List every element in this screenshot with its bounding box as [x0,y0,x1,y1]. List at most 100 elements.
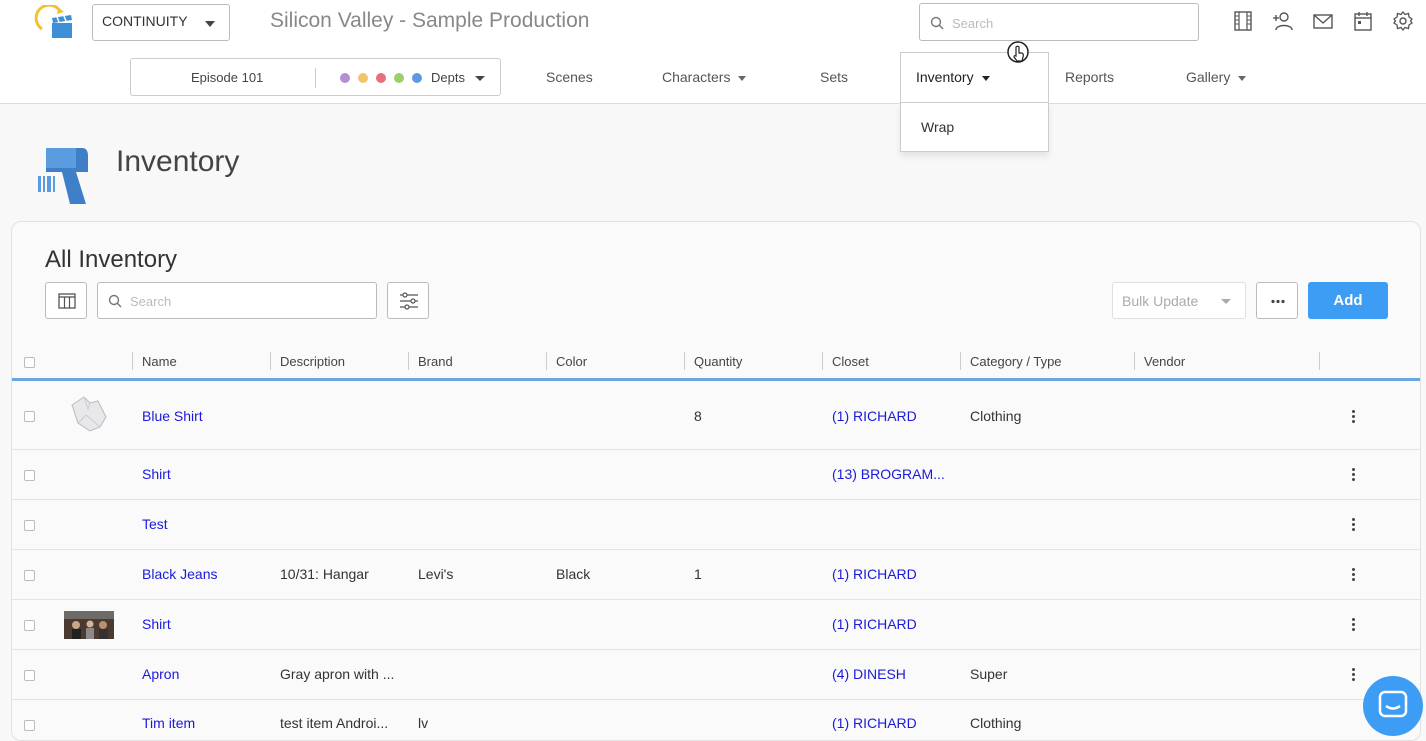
item-closet-link[interactable]: (4) DINESH [832,666,957,682]
chevron-down-icon [1238,75,1247,81]
select-all-checkbox[interactable] [24,357,35,368]
column-divider[interactable] [684,352,685,370]
column-header-quantity[interactable]: Quantity [694,354,742,369]
item-closet-link[interactable]: (1) RICHARD [832,408,957,424]
row-menu-icon[interactable] [1352,468,1356,482]
table-row[interactable]: Blue Shirt 8 (1) RICHARD Clothing [12,383,1420,450]
item-name-link[interactable]: Blue Shirt [142,408,267,424]
row-checkbox[interactable] [24,620,35,631]
column-header-color[interactable]: Color [556,354,587,369]
row-menu-icon[interactable] [1352,410,1356,424]
item-closet-link[interactable]: (1) RICHARD [832,566,957,582]
row-checkbox[interactable] [24,520,35,531]
calendar-icon[interactable] [1352,10,1374,32]
column-header-category[interactable]: Category / Type [970,354,1062,369]
columns-button[interactable] [45,282,87,319]
column-header-closet[interactable]: Closet [832,354,869,369]
item-name-link[interactable]: Test [142,516,267,532]
top-bar: CONTINUITY Silicon Valley - Sample Produ… [0,0,1426,104]
film-strip-icon[interactable] [1232,10,1254,32]
column-header-brand[interactable]: Brand [418,354,453,369]
gear-icon[interactable] [1392,10,1414,32]
dept-dot [376,73,386,83]
table-row[interactable]: Apron Gray apron with ... (4) DINESH Sup… [12,650,1420,700]
ellipsis-icon [1271,299,1285,304]
column-divider[interactable] [960,352,961,370]
add-button[interactable]: Add [1308,282,1388,319]
column-divider[interactable] [408,352,409,370]
chevron-down-icon [981,75,990,81]
column-divider[interactable] [546,352,547,370]
hand-cursor-icon [1007,41,1029,63]
chat-launcher-button[interactable] [1363,676,1423,736]
nav-reports[interactable]: Reports [1065,69,1114,85]
inventory-search[interactable] [97,282,377,319]
column-divider[interactable] [1134,352,1135,370]
table-row[interactable]: Black Jeans 10/31: Hangar Levi's Black 1… [12,550,1420,600]
row-checkbox[interactable] [24,670,35,681]
production-selector[interactable]: CONTINUITY [92,4,230,41]
column-header-description[interactable]: Description [280,354,345,369]
production-title: Silicon Valley - Sample Production [270,9,590,32]
column-divider[interactable] [270,352,271,370]
item-name-link[interactable]: Shirt [142,466,267,482]
add-user-icon[interactable] [1272,10,1294,32]
table-row[interactable]: Shirt (1) RICHARD [12,600,1420,650]
item-closet-link[interactable]: (13) BROGRAM... [832,466,957,482]
page-title: Inventory [116,145,240,178]
column-header-vendor[interactable]: Vendor [1144,354,1185,369]
item-thumbnail[interactable] [64,393,112,439]
item-closet-link[interactable]: (1) RICHARD [832,715,957,731]
item-color: Black [556,566,591,582]
nav-sets[interactable]: Sets [820,69,848,85]
bulk-update-label: Bulk Update [1122,293,1199,309]
global-search[interactable] [919,3,1199,41]
column-divider[interactable] [1319,352,1320,370]
dept-dot [412,73,422,83]
item-name-link[interactable]: Black Jeans [142,566,267,582]
menu-item-wrap[interactable]: Wrap [921,119,954,135]
nav-characters-label: Characters [662,69,731,85]
column-divider[interactable] [132,352,133,370]
row-checkbox[interactable] [24,570,35,581]
chevron-down-icon [205,21,215,27]
column-divider[interactable] [822,352,823,370]
row-menu-icon[interactable] [1352,518,1356,532]
episode-dept-selector[interactable]: Episode 101 Depts [130,58,501,96]
episode-label[interactable]: Episode 101 [191,70,263,85]
row-menu-icon[interactable] [1352,668,1356,682]
inventory-dropdown-menu: Wrap [900,102,1049,152]
dept-dot [394,73,404,83]
item-name-link[interactable]: Apron [142,666,267,682]
mail-icon[interactable] [1312,10,1334,32]
row-checkbox[interactable] [24,720,35,731]
row-checkbox[interactable] [24,411,35,422]
item-name-link[interactable]: Tim item [142,715,267,731]
nav-inventory-label: Inventory [916,69,974,85]
filter-button[interactable] [387,282,429,319]
nav-characters[interactable]: Characters [662,69,747,85]
table-row[interactable]: Shirt (13) BROGRAM... [12,450,1420,500]
row-menu-icon[interactable] [1352,568,1356,582]
app-logo-icon[interactable] [34,5,74,41]
row-checkbox[interactable] [24,470,35,481]
nav-gallery-label: Gallery [1186,69,1231,85]
table-row[interactable]: Tim item test item Androi... lv (1) RICH… [12,700,1420,740]
global-search-input[interactable] [952,12,1192,34]
column-header-name[interactable]: Name [142,354,177,369]
item-closet-link[interactable]: (1) RICHARD [832,616,957,632]
depts-label[interactable]: Depts [431,70,465,85]
item-quantity: 1 [694,566,702,582]
item-brand: Levi's [418,566,454,582]
item-thumbnail[interactable] [64,611,114,639]
item-name-link[interactable]: Shirt [142,616,267,632]
item-category: Clothing [970,408,1022,424]
nav-scenes[interactable]: Scenes [546,69,593,85]
table-row[interactable]: Test [12,500,1420,550]
more-options-button[interactable] [1256,282,1298,319]
nav-gallery[interactable]: Gallery [1186,69,1247,85]
item-description: test item Androi... [280,715,389,731]
bulk-update-select[interactable]: Bulk Update [1112,282,1246,319]
row-menu-icon[interactable] [1352,618,1356,632]
inventory-search-input[interactable] [130,291,370,311]
